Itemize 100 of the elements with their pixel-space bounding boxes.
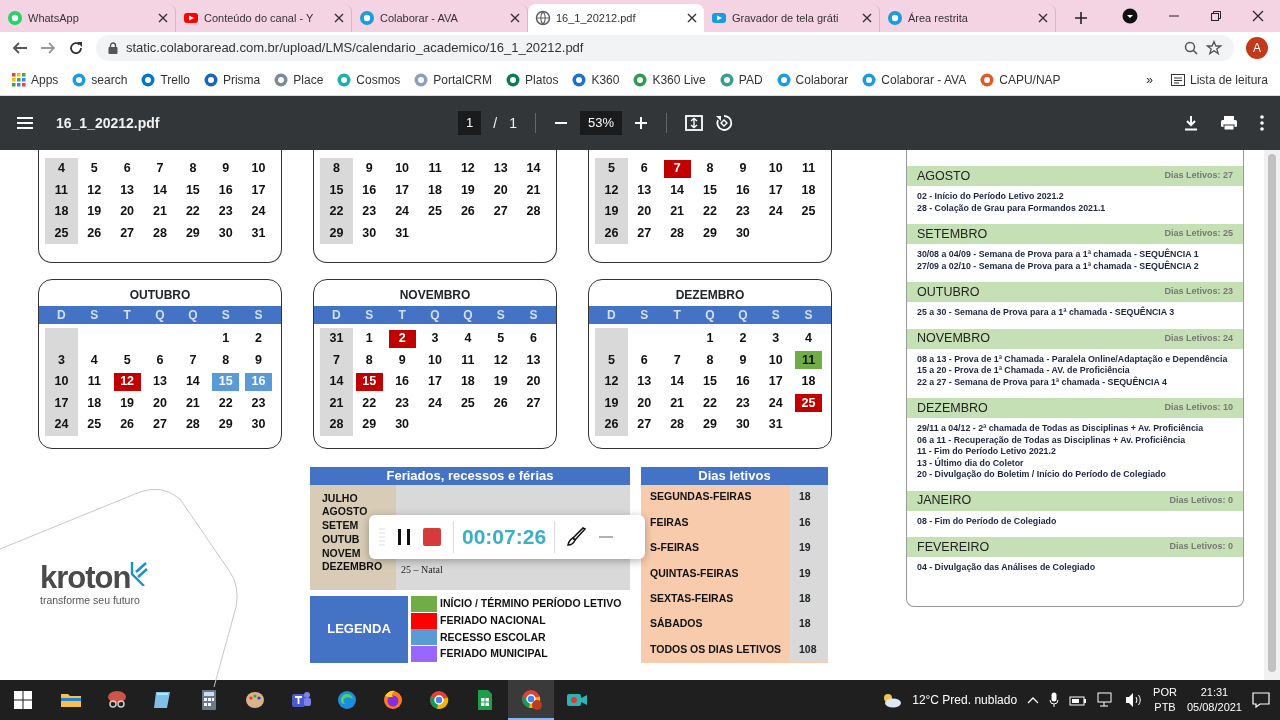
pause-icon[interactable] — [397, 528, 411, 546]
more-icon[interactable] — [1260, 115, 1264, 131]
legend-label: FERIADO MUNICIPAL — [440, 646, 548, 662]
more-bookmarks-button[interactable]: » — [1146, 70, 1153, 89]
keyboard-layout-label[interactable]: PTB — [1154, 700, 1176, 715]
calendar-day: 4 — [451, 328, 485, 350]
firefox-icon[interactable] — [381, 688, 405, 712]
maximize-icon[interactable] — [1210, 10, 1222, 22]
bookmark-link[interactable]: Prisma — [203, 70, 261, 89]
reload-icon[interactable] — [68, 40, 84, 56]
reading-list-link[interactable]: Lista de leitura — [1170, 70, 1268, 89]
logo-wordmark: kroton — [40, 561, 131, 593]
browser-tab[interactable]: Conteúdo do canal - Y — [176, 4, 352, 32]
close-icon[interactable] — [334, 13, 344, 23]
school-days-count: Dias Letivos: 10 — [1164, 401, 1233, 415]
favicon-icon — [887, 10, 903, 26]
chrome-icon[interactable] — [427, 688, 451, 712]
calendar-day: 15 — [320, 179, 353, 201]
browser-tab[interactable]: WhatsApp — [0, 4, 176, 32]
tab-title: Gravador de tela gráti — [732, 10, 840, 26]
calendar-day: 28 — [517, 201, 550, 223]
calendar-day: 12 — [595, 371, 628, 393]
calendar-day: 26 — [595, 222, 628, 244]
scrollbar-thumb[interactable] — [1268, 154, 1276, 672]
calendar-day: 3 — [45, 349, 78, 371]
browser-tab[interactable]: Área restrita — [880, 4, 1056, 32]
calendar-day: 13 — [484, 158, 518, 180]
bookmark-link[interactable]: K360 — [572, 70, 620, 89]
event-text: 11 - Fim do Período Letivo 2021.2 — [917, 446, 1057, 457]
scrollbar[interactable] — [1264, 150, 1280, 680]
calendar-day: 14 — [320, 371, 353, 393]
star-icon[interactable] — [1206, 40, 1222, 56]
legend-label: FERIADO NACIONAL — [440, 612, 546, 628]
calendar-day: 13 — [110, 179, 144, 201]
browser-tab[interactable]: 16_1_20212.pdf — [528, 4, 704, 32]
bookmark-link[interactable]: Trello — [141, 70, 190, 89]
calendar-day: 15 — [176, 179, 210, 201]
address-bar[interactable]: static.colaboraread.com.br/upload/LMS/calendario_academico/16_1_20212.pdf — [96, 35, 1234, 61]
weekday-total-label: SEXTAS-FEIRAS — [649, 591, 735, 606]
calendar-day: 29 — [209, 414, 243, 436]
table-header: Feriados, recessos e férias — [310, 466, 630, 485]
calendar-day: 29 — [352, 414, 386, 436]
chrome-profile-icon[interactable] — [519, 687, 543, 711]
empty-sunday-cell — [45, 328, 78, 350]
legend-label: INÍCIO / TÉRMINO PERÍODO LETIVO — [440, 596, 622, 611]
bookmark-link[interactable]: PortalCRM — [414, 70, 493, 89]
notification-icon[interactable] — [1252, 692, 1270, 708]
rotate-icon[interactable] — [714, 114, 733, 132]
close-icon[interactable] — [687, 13, 697, 23]
profile-menu-icon[interactable] — [1122, 8, 1138, 24]
zoom-in-icon[interactable] — [633, 116, 648, 130]
print-icon[interactable] — [1220, 115, 1238, 131]
calendar-day: 29 — [693, 222, 727, 244]
page-field[interactable]: 1 — [458, 111, 482, 135]
calendar-day: 2 — [388, 329, 416, 348]
calendar-day: 17 — [385, 179, 419, 201]
close-icon[interactable] — [1038, 13, 1048, 23]
bookmark-icon — [337, 72, 352, 87]
bookmark-link[interactable]: Platos — [506, 70, 559, 89]
close-icon[interactable] — [1252, 10, 1264, 22]
edge-icon[interactable] — [335, 688, 359, 712]
download-icon[interactable] — [1184, 115, 1198, 131]
bookmark-link[interactable]: PAD — [719, 70, 763, 89]
close-icon[interactable] — [158, 13, 168, 23]
bookmark-link[interactable]: K360 Live — [633, 70, 706, 89]
menu-icon[interactable] — [16, 116, 34, 130]
bookmark-icon — [274, 72, 289, 87]
month-title: NOVEMBRO — [398, 287, 472, 304]
fit-page-icon[interactable] — [684, 115, 703, 131]
close-icon[interactable] — [510, 13, 520, 23]
forward-icon[interactable] — [40, 40, 56, 56]
calendar-day: 30 — [726, 222, 760, 244]
bookmark-link[interactable]: search — [72, 70, 128, 89]
zoom-icon[interactable] — [1184, 41, 1198, 55]
browser-tab[interactable]: Colaborar - AVA — [352, 4, 528, 32]
calendar-day: 10 — [759, 349, 793, 371]
pen-icon[interactable] — [567, 527, 588, 547]
bookmark-link[interactable]: Colaborar - AVA — [862, 70, 967, 89]
calendar-day: 18 — [45, 201, 78, 223]
profile-avatar[interactable]: A — [1246, 37, 1268, 59]
back-icon[interactable] — [12, 40, 28, 56]
bookmark-link[interactable]: Apps — [12, 70, 59, 89]
language-label[interactable]: POR — [1153, 685, 1177, 700]
close-icon[interactable] — [862, 13, 872, 23]
calendar-day: 7 — [320, 349, 353, 371]
bookmark-link[interactable]: Colaborar — [776, 70, 849, 89]
clock-date[interactable]: 05/08/2021 — [1186, 700, 1242, 715]
chevron-up-icon[interactable] — [1027, 696, 1040, 704]
calendar-day: 5 — [595, 349, 628, 371]
calendar-day: 7 — [143, 158, 177, 180]
bookmark-link[interactable]: Place — [274, 70, 324, 89]
new-tab-icon[interactable] — [1074, 11, 1088, 25]
bookmark-link[interactable]: CAPU/NAP — [980, 70, 1061, 89]
clock-time[interactable]: 21:31 — [1200, 685, 1229, 700]
calendar-day: 25 — [451, 392, 485, 414]
browser-tab[interactable]: Gravador de tela gráti — [704, 4, 880, 32]
calendar-day: 25 — [792, 201, 825, 223]
calendar-day: 22 — [693, 201, 727, 223]
bookmark-link[interactable]: Cosmos — [337, 70, 401, 89]
zoom-field[interactable]: 53% — [579, 111, 622, 135]
